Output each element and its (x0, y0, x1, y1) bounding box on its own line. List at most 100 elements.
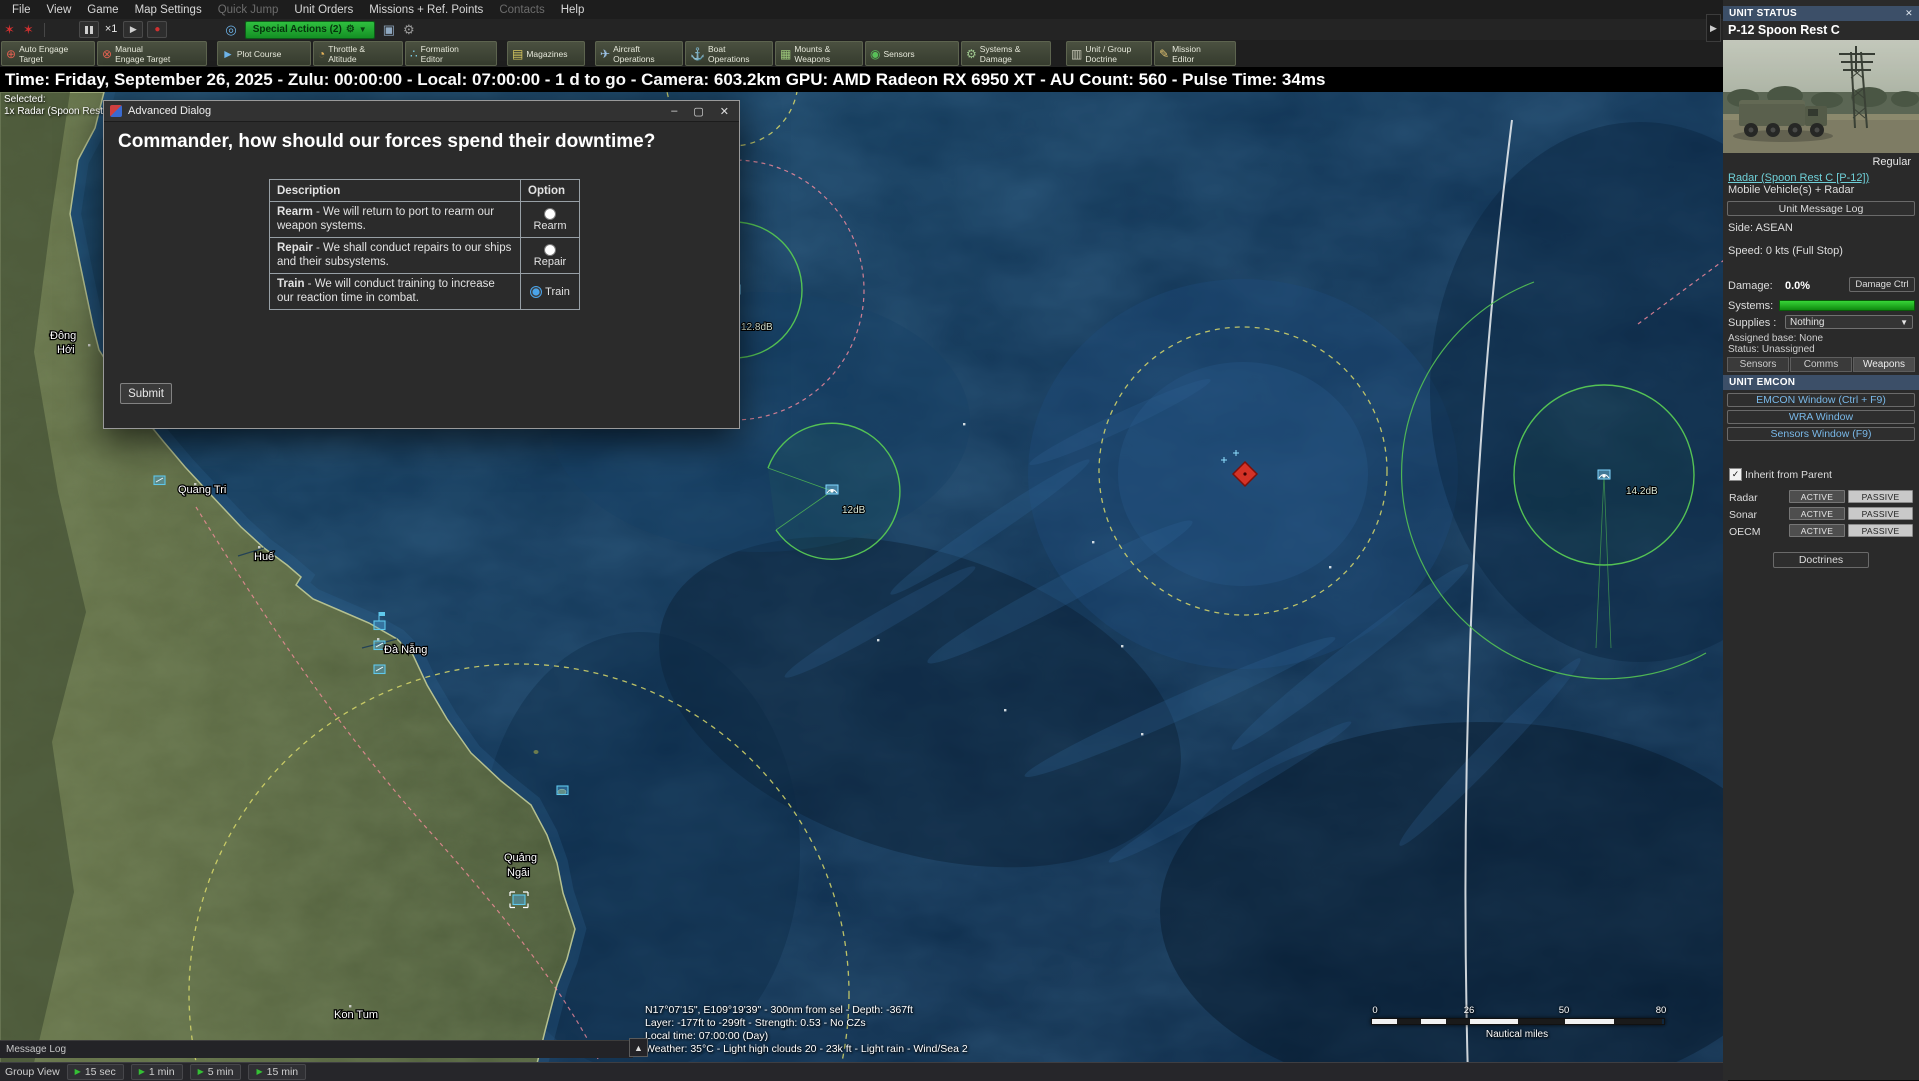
table-row-rearm: Rearm - We will return to port to rearm … (270, 202, 580, 238)
downtime-options-table: Description Option Rearm - We will retur… (269, 179, 580, 310)
sonar-active-button[interactable]: ACTIVE (1789, 507, 1845, 520)
time-status-bar: Time: Friday, September 26, 2025 - Zulu:… (0, 67, 1728, 92)
doctrines-button[interactable]: Doctrines (1773, 552, 1869, 568)
supplies-dropdown[interactable]: Nothing ▼ (1785, 315, 1913, 329)
group-view-label[interactable]: Group View (5, 1066, 60, 1078)
unit-class-link[interactable]: Radar (Spoon Rest C [P-12]) (1728, 172, 1869, 184)
damage-ctrl-button[interactable]: Damage Ctrl (1849, 277, 1915, 292)
magazines-button[interactable]: ▤ Magazines (507, 41, 585, 66)
column-header-option: Option (521, 180, 580, 202)
special-actions-button[interactable]: Special Actions (2) ⚙ ▼ (245, 21, 375, 39)
app-window: File View Game Map Settings Quick Jump U… (0, 0, 1919, 1080)
local-time-readout: Local time: 07:00:00 (Day) (645, 1030, 968, 1043)
play-button[interactable]: ▶ (123, 21, 143, 38)
radar-unit-icon-b[interactable] (1598, 470, 1610, 479)
column-header-description: Description (270, 180, 521, 202)
mobile-unit-icon (557, 786, 568, 795)
doctrine-document-icon: ▥ (1071, 48, 1082, 60)
radar-unit-icon-a[interactable] (826, 485, 838, 494)
menu-unit-orders[interactable]: Unit Orders (286, 2, 361, 18)
svg-text:Hới: Hới (57, 344, 75, 356)
side-label: Side: ASEAN (1728, 222, 1793, 234)
auto-engage-target-button[interactable]: ⊕ Auto EngageTarget (1, 41, 95, 66)
message-log-bar[interactable]: Message Log (0, 1040, 633, 1058)
time-step-15min-button[interactable]: ▶15 min (248, 1064, 306, 1080)
plot-course-button[interactable]: ► Plot Course (217, 41, 311, 66)
locate-selected-icon[interactable]: ◎ (225, 23, 236, 36)
sonar-passive-button[interactable]: PASSIVE (1848, 507, 1913, 520)
sensors-button[interactable]: ◉ Sensors (865, 41, 959, 66)
mobile-unit-icon (374, 665, 385, 674)
unit-photo (1723, 40, 1919, 153)
record-button[interactable]: ● (147, 21, 167, 38)
sensors-window-button[interactable]: Sensors Window (F9) (1727, 427, 1915, 441)
svg-text:Huế: Huế (254, 551, 274, 563)
unit-message-log-button[interactable]: Unit Message Log (1727, 201, 1915, 216)
time-step-15sec-button[interactable]: ▶15 sec (67, 1064, 124, 1080)
close-icon[interactable]: ✕ (1905, 8, 1913, 19)
throttle-altitude-button[interactable]: ◔ Throttle &Altitude (313, 41, 403, 66)
table-row-train: Train - We will conduct training to incr… (270, 274, 580, 310)
time-step-1min-button[interactable]: ▶1 min (131, 1064, 183, 1080)
menu-bar: File View Game Map Settings Quick Jump U… (0, 0, 1727, 19)
boat-operations-button[interactable]: ⚓ BoatOperations (685, 41, 773, 66)
unit-name: P-12 Spoon Rest C (1728, 23, 1840, 37)
emcon-oecm-label: OECM (1729, 526, 1761, 538)
transport-bar: ✶ ✶ ×1 ▶ ● ◎ Special Actions (2) ⚙ ▼ ▣ ⚙ (0, 19, 1723, 40)
radar-passive-button[interactable]: PASSIVE (1848, 490, 1913, 503)
alert-icon-1: ✶ (4, 23, 15, 36)
svg-text:Kon Tum: Kon Tum (334, 1009, 378, 1021)
crosshair-icon: ⊕ (6, 48, 16, 60)
tab-weapons[interactable]: Weapons (1853, 357, 1915, 372)
mission-editor-button[interactable]: ✎ MissionEditor (1154, 41, 1236, 66)
menu-help[interactable]: Help (553, 2, 593, 18)
train-radio-label: Train (545, 286, 570, 298)
minimize-button[interactable]: – (671, 105, 677, 117)
submit-button[interactable]: Submit (120, 383, 172, 404)
gauge-icon: ◔ (318, 48, 325, 60)
mobile-unit-icon (154, 476, 165, 485)
radar-active-button[interactable]: ACTIVE (1789, 490, 1845, 503)
manual-engage-target-button[interactable]: ⊗ ManualEngage Target (97, 41, 207, 66)
systems-damage-button[interactable]: ⚙ Systems &Damage (961, 41, 1051, 66)
menu-view[interactable]: View (39, 2, 80, 18)
settings-gear-icon[interactable]: ⚙ (403, 23, 415, 36)
route-icon: ► (222, 48, 234, 60)
formation-editor-button[interactable]: ∴ FormationEditor (405, 41, 497, 66)
sidebar-collapse-arrow[interactable]: ▶ (1706, 14, 1721, 42)
status-label: Status: Unassigned (1728, 344, 1815, 355)
close-button[interactable]: ✕ (720, 105, 729, 118)
oecm-active-button[interactable]: ACTIVE (1789, 524, 1845, 537)
message-log-expand-button[interactable]: ▲ (629, 1038, 648, 1057)
oecm-passive-button[interactable]: PASSIVE (1848, 524, 1913, 537)
snapshot-icon[interactable]: ▣ (383, 23, 395, 36)
dialog-title-bar[interactable]: Advanced Dialog – ▢ ✕ (104, 101, 739, 122)
tab-comms[interactable]: Comms (1790, 357, 1852, 372)
svg-text:Đà Nẵng: Đà Nẵng (384, 643, 427, 656)
repair-radio[interactable] (544, 244, 556, 256)
unit-group-doctrine-button[interactable]: ▥ Unit / GroupDoctrine (1066, 41, 1152, 66)
inherit-from-parent-checkbox[interactable]: ✓ (1729, 468, 1742, 481)
table-row-repair: Repair - We shall conduct repairs to our… (270, 238, 580, 274)
rearm-radio[interactable] (544, 208, 556, 220)
menu-missions-ref-points[interactable]: Missions + Ref. Points (361, 2, 491, 18)
play-icon: ▶ (256, 1068, 262, 1076)
train-radio[interactable] (530, 286, 542, 298)
menu-file[interactable]: File (4, 2, 39, 18)
wra-window-button[interactable]: WRA Window (1727, 410, 1915, 424)
unit-emcon-header: UNIT EMCON (1723, 375, 1919, 390)
boat-icon: ⚓ (690, 48, 705, 60)
aircraft-operations-button[interactable]: ✈ AircraftOperations (595, 41, 683, 66)
time-step-5min-button[interactable]: ▶5 min (190, 1064, 242, 1080)
maximize-button[interactable]: ▢ (693, 105, 703, 118)
pause-button[interactable] (79, 21, 99, 38)
menu-game[interactable]: Game (79, 2, 126, 18)
damage-value: 0.0% (1785, 280, 1810, 292)
mounts-weapons-button[interactable]: ▦ Mounts &Weapons (775, 41, 863, 66)
emcon-window-button[interactable]: EMCON Window (Ctrl + F9) (1727, 393, 1915, 407)
unit-type-label: Mobile Vehicle(s) + Radar (1728, 184, 1854, 196)
aircraft-icon: ✈ (600, 48, 610, 60)
tab-sensors[interactable]: Sensors (1727, 357, 1789, 372)
menu-map-settings[interactable]: Map Settings (127, 2, 210, 18)
manual-crosshair-icon: ⊗ (102, 48, 112, 60)
